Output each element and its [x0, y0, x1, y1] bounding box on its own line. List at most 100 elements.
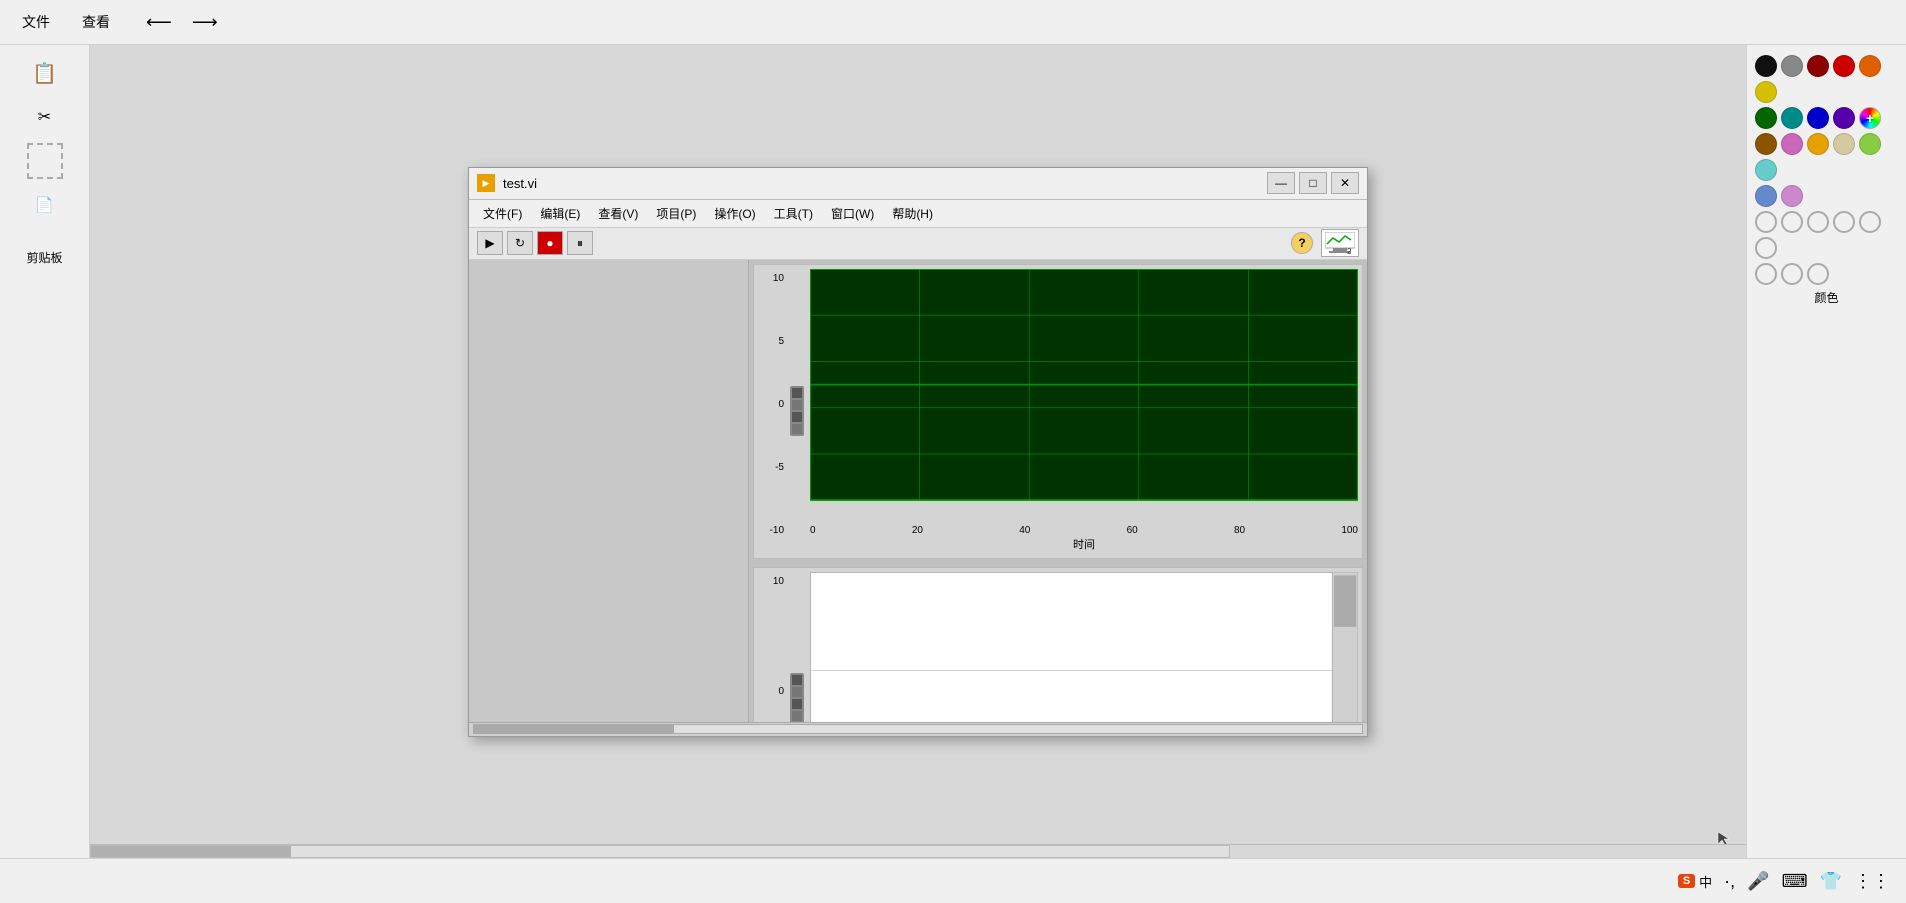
color-blue[interactable]: [1807, 107, 1829, 129]
chart1-y-m10: -10: [770, 525, 784, 536]
color-outline-6[interactable]: [1755, 237, 1777, 259]
chart1-svg: [810, 269, 1358, 526]
lv-scrollbar-thumb[interactable]: [474, 725, 674, 733]
pause-button[interactable]: ⏸: [567, 231, 593, 255]
os-toolbar: 文件 查看 ⟵ ⟶: [0, 0, 1906, 45]
menu-dots-icon[interactable]: ⋮⋮: [1854, 871, 1890, 892]
color-brown[interactable]: [1755, 133, 1777, 155]
color-outline-3[interactable]: [1807, 211, 1829, 233]
right-color-panel: + 颜色: [1746, 45, 1906, 858]
run-button[interactable]: ▶: [477, 231, 503, 255]
redo-icon[interactable]: ⟶: [192, 12, 218, 33]
chart1-x-60: 60: [1127, 525, 1138, 536]
sogou-badge[interactable]: S: [1678, 874, 1695, 888]
chart2-y-labels: 10 0 -10: [758, 572, 786, 721]
chart-1-panel: 10 5 0 -5 -10: [753, 264, 1363, 560]
chart2-y-axis-icon: [786, 572, 808, 721]
menu-help[interactable]: 帮助(H): [884, 203, 941, 224]
menu-project[interactable]: 项目(P): [648, 203, 704, 224]
color-outline-7[interactable]: [1755, 263, 1777, 285]
color-lightblue[interactable]: [1755, 159, 1777, 181]
chart2-y-10: 10: [773, 576, 784, 587]
color-lavender[interactable]: [1781, 185, 1803, 207]
undo-icon[interactable]: ⟵: [146, 12, 172, 33]
os-scrollbar-track[interactable]: [90, 845, 1230, 858]
ime-chinese-label[interactable]: 中: [1699, 872, 1712, 891]
menu-window[interactable]: 窗口(W): [823, 203, 882, 224]
chart2-svg-wrap: 0 20 40 60 80 100 时间: [810, 572, 1358, 721]
color-wheel-btn[interactable]: +: [1859, 107, 1881, 129]
minimize-button[interactable]: —: [1267, 172, 1295, 194]
color-tan[interactable]: [1833, 133, 1855, 155]
color-outline-4[interactable]: [1833, 211, 1855, 233]
color-row-3: [1755, 211, 1898, 259]
left-sidebar: 📋 ✂ 📄 剪贴板: [0, 45, 90, 858]
color-row-2: [1755, 133, 1898, 181]
menu-operate[interactable]: 操作(O): [706, 203, 763, 224]
chart1-x-axis-label: 时间: [810, 536, 1358, 554]
chart1-y-5: 5: [778, 336, 784, 347]
color-darkred[interactable]: [1807, 55, 1829, 77]
color-purple[interactable]: [1833, 107, 1855, 129]
selection-icon[interactable]: [27, 143, 63, 179]
color-pink[interactable]: [1781, 133, 1803, 155]
sogou-ime[interactable]: S 中: [1678, 872, 1712, 891]
os-menu-file[interactable]: 文件: [16, 8, 56, 36]
chart1-x-100: 100: [1341, 525, 1358, 536]
lv-scrollbar-track[interactable]: [473, 724, 1363, 734]
chart1-y-m5: -5: [775, 462, 784, 473]
color-yellow[interactable]: [1755, 81, 1777, 103]
clipboard-label: 剪贴板: [26, 249, 62, 266]
os-scrollbar-thumb[interactable]: [91, 846, 291, 857]
color-outline-9[interactable]: [1807, 263, 1829, 285]
punctuation-icon[interactable]: ·,: [1724, 871, 1735, 892]
copy-icon[interactable]: 📄: [27, 187, 63, 223]
lv-title: test.vi: [503, 176, 1259, 191]
color-outline-5[interactable]: [1859, 211, 1881, 233]
chart1-x-20: 20: [912, 525, 923, 536]
menu-tools[interactable]: 工具(T): [766, 203, 821, 224]
color-gray[interactable]: [1781, 55, 1803, 77]
chart-1-container: 10 5 0 -5 -10: [754, 265, 1362, 559]
color-gold[interactable]: [1807, 133, 1829, 155]
os-menu-view[interactable]: 查看: [76, 8, 116, 36]
skin-icon[interactable]: 👕: [1820, 871, 1842, 892]
chart1-y-0: 0: [778, 399, 784, 410]
lv-graphs: 10 5 0 -5 -10: [749, 260, 1367, 722]
scissors-icon[interactable]: ✂: [27, 99, 63, 135]
color-green[interactable]: [1755, 107, 1777, 129]
color-outline-8[interactable]: [1781, 263, 1803, 285]
lv-menubar: 文件(F) 编辑(E) 查看(V) 项目(P) 操作(O) 工具(T) 窗口(W…: [469, 200, 1367, 228]
lv-toolbar: ▶ ↻ ● ⏸ ? 2: [469, 228, 1367, 260]
chart2-y-0: 0: [778, 686, 784, 697]
color-red[interactable]: [1833, 55, 1855, 77]
resource-monitor-icon[interactable]: 2: [1321, 229, 1359, 257]
color-teal[interactable]: [1781, 107, 1803, 129]
keyboard-icon[interactable]: ⌨: [1782, 871, 1808, 892]
color-black[interactable]: [1755, 55, 1777, 77]
menu-view[interactable]: 查看(V): [590, 203, 646, 224]
color-lightgreen[interactable]: [1859, 133, 1881, 155]
color-orange[interactable]: [1859, 55, 1881, 77]
menu-edit[interactable]: 编辑(E): [532, 203, 588, 224]
run-continuous-button[interactable]: ↻: [507, 231, 533, 255]
close-button[interactable]: ✕: [1331, 172, 1359, 194]
lv-left-panel: [469, 260, 749, 722]
color-panel-title: 颜色: [1755, 289, 1898, 306]
lv-horizontal-scrollbar[interactable]: [469, 722, 1367, 736]
lv-titlebar: ▶ test.vi — □ ✕: [469, 168, 1367, 200]
microphone-icon[interactable]: 🎤: [1747, 871, 1769, 892]
stop-button[interactable]: ●: [537, 231, 563, 255]
menu-file[interactable]: 文件(F): [475, 203, 530, 224]
lv-window-controls: — □ ✕: [1267, 172, 1359, 194]
maximize-button[interactable]: □: [1299, 172, 1327, 194]
color-outline-2[interactable]: [1781, 211, 1803, 233]
chart-2-panel: 10 0 -10: [753, 567, 1363, 721]
help-icon[interactable]: ?: [1291, 232, 1313, 254]
chart-2-container: 10 0 -10: [754, 568, 1362, 721]
chart2-svg: [810, 572, 1358, 721]
color-cornflower[interactable]: [1755, 185, 1777, 207]
color-outline-1[interactable]: [1755, 211, 1777, 233]
clipboard-icon[interactable]: 📋: [27, 55, 63, 91]
os-horizontal-scrollbar[interactable]: [90, 844, 1746, 858]
